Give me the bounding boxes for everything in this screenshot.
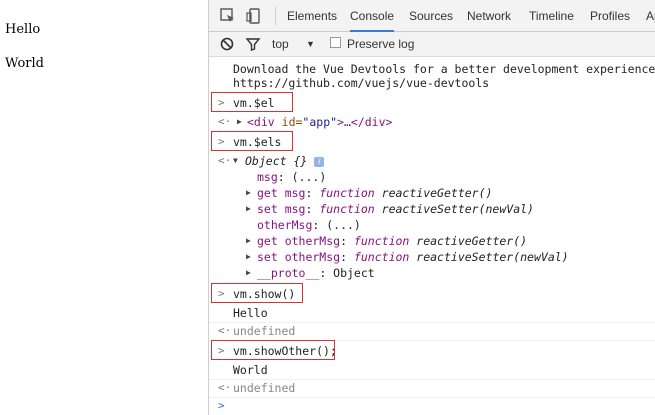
function-name: reactiveGetter() (381, 186, 493, 200)
property-row[interactable]: set msg: function reactiveSetter(newVal) (257, 202, 534, 216)
console-result-row: <· ▶ <div id="app">…</div> (209, 114, 655, 130)
console-prompt[interactable]: > (209, 398, 655, 415)
highlight-box (211, 283, 303, 303)
object-title[interactable]: Object {} i (245, 154, 325, 168)
clear-console-icon[interactable] (219, 36, 235, 52)
page-viewport: Hello World (0, 0, 208, 415)
tab-elements[interactable]: Elements (287, 0, 337, 31)
expand-triangle-icon[interactable]: ▶ (246, 204, 251, 213)
inspect-element-icon[interactable] (219, 7, 237, 25)
result-arrow-icon: <· (218, 154, 232, 167)
expand-triangle-icon[interactable]: ▶ (246, 252, 251, 261)
console-log-row: World (209, 362, 655, 380)
property-row[interactable]: set otherMsg: function reactiveSetter(ne… (257, 250, 569, 264)
context-selector[interactable]: top (272, 32, 289, 56)
tab-application[interactable]: Ap (646, 0, 655, 31)
console-result-row: <· undefined (209, 323, 655, 341)
toolbar-divider (275, 7, 276, 25)
result-arrow-icon: <· (218, 381, 232, 394)
devtools-tabbar: Elements Console Sources Network Timelin… (209, 0, 655, 32)
property-key: __proto__ (257, 266, 320, 280)
context-dropdown-icon[interactable]: ▼ (306, 32, 315, 56)
function-keyword: function (319, 202, 375, 216)
property-row[interactable]: otherMsg: (...) (257, 218, 361, 232)
property-value: : (...) (277, 170, 327, 184)
property-row[interactable]: msg: (...) (257, 170, 326, 184)
result-value: undefined (233, 324, 296, 338)
tab-profiles[interactable]: Profiles (590, 0, 630, 31)
function-keyword: function (353, 250, 410, 264)
function-keyword: function (319, 186, 375, 200)
highlight-box (211, 131, 293, 151)
property-key: set otherMsg (257, 250, 341, 264)
property-row[interactable]: __proto__: Object (257, 266, 375, 280)
prompt-caret-icon: > (218, 399, 225, 412)
tag-close: >…</div> (337, 115, 393, 129)
property-key: msg (257, 170, 278, 184)
property-value: : (...) (312, 218, 361, 232)
result-arrow-icon: <· (218, 324, 232, 337)
log-output: World (233, 363, 268, 377)
tag-open: <div (247, 115, 275, 129)
function-name: reactiveSetter(newVal) (416, 250, 569, 264)
banner-text: Download the Vue Devtools for a better d… (233, 62, 655, 76)
device-mode-icon[interactable] (245, 7, 263, 25)
expand-triangle-icon[interactable]: ▶ (246, 236, 251, 245)
property-value: : Object (319, 266, 375, 280)
property-key: set msg (257, 202, 306, 216)
result-value: undefined (233, 381, 296, 395)
property-row[interactable]: get msg: function reactiveGetter() (257, 186, 492, 200)
info-icon: i (314, 156, 325, 167)
highlight-box (211, 92, 293, 112)
property-key: get msg (257, 186, 306, 200)
devtools-panel: Elements Console Sources Network Timelin… (208, 0, 655, 415)
function-name: reactiveGetter() (416, 234, 528, 248)
console-output: Download the Vue Devtools for a better d… (209, 57, 655, 415)
console-filterbar: top ▼ Preserve log (209, 32, 655, 57)
property-row[interactable]: get otherMsg: function reactiveGetter() (257, 234, 527, 248)
object-label: Object {} (245, 154, 308, 168)
property-key: otherMsg (257, 218, 313, 232)
tab-network[interactable]: Network (467, 0, 511, 31)
banner-link[interactable]: https://github.com/vuejs/vue-devtools (233, 76, 489, 90)
collapse-triangle-icon[interactable]: ▼ (233, 156, 238, 165)
tab-console[interactable]: Console (350, 0, 395, 32)
console-log-row: Hello (209, 305, 655, 323)
result-arrow-icon: <· (218, 115, 232, 128)
highlight-box (211, 340, 335, 360)
preserve-log-checkbox[interactable] (330, 37, 341, 48)
property-key: get otherMsg (257, 234, 341, 248)
log-output: Hello (233, 306, 268, 320)
page-text-hello: Hello (5, 22, 41, 37)
attr-value: "app" (302, 115, 338, 129)
function-name: reactiveSetter(newVal) (381, 202, 534, 216)
console-message-banner: Download the Vue Devtools for a better d… (209, 62, 655, 92)
filter-icon[interactable] (245, 36, 261, 52)
attr-name: id= (281, 115, 303, 129)
expand-triangle-icon[interactable]: ▶ (237, 117, 242, 126)
console-result-row: <· undefined (209, 380, 655, 398)
page-text-world: World (5, 56, 44, 71)
preserve-log-label: Preserve log (347, 37, 415, 51)
function-keyword: function (353, 234, 410, 248)
element-node[interactable]: <div id="app">…</div> (247, 115, 392, 129)
expand-triangle-icon[interactable]: ▶ (246, 268, 251, 277)
object-tree: <· ▼ Object {} i msg: (...) ▶ get msg: f… (209, 153, 655, 283)
tab-sources[interactable]: Sources (409, 0, 453, 31)
tab-timeline[interactable]: Timeline (529, 0, 574, 31)
expand-triangle-icon[interactable]: ▶ (246, 188, 251, 197)
